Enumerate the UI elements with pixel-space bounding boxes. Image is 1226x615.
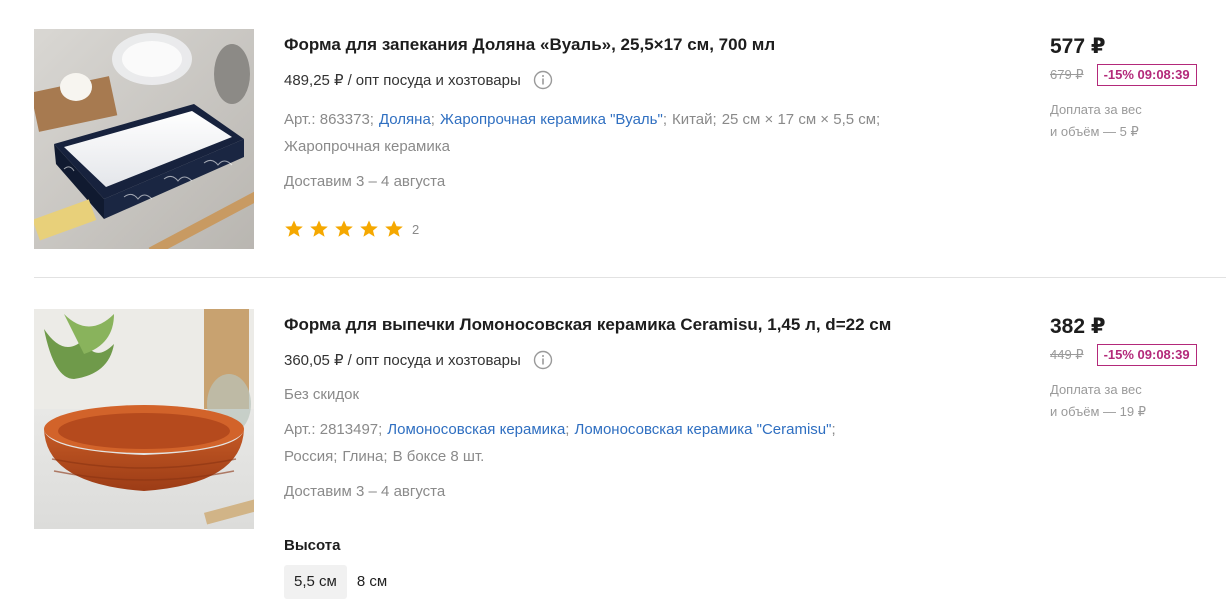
discount-badge: -15% 09:08:39 bbox=[1096, 344, 1197, 366]
surcharge-line: Доплата за вес bbox=[1050, 382, 1142, 397]
series-link[interactable]: Жаропрочная керамика "Вуаль" bbox=[440, 111, 663, 128]
height-options: 5,5 см 8 см bbox=[284, 565, 984, 599]
surcharge-line: и объём — 19 ₽ bbox=[1050, 404, 1146, 419]
delivery-date: Доставим 3 – 4 августа bbox=[284, 483, 446, 500]
material: Глина; bbox=[342, 448, 388, 465]
dimensions: 25 см × 17 см × 5,5 см; bbox=[721, 111, 881, 128]
current-price: 382 ₽ bbox=[1050, 315, 1106, 338]
separator: ; bbox=[662, 111, 667, 128]
reviews-count[interactable]: 2 bbox=[412, 222, 419, 237]
price-row: 449 ₽ -15% 09:08:39 bbox=[1050, 344, 1226, 366]
country: Китай; bbox=[671, 111, 717, 128]
product-card: Форма для запекания Доляна «Вуаль», 25,5… bbox=[34, 29, 1226, 278]
product-info: Форма для запекания Доляна «Вуаль», 25,5… bbox=[284, 29, 984, 240]
series-link[interactable]: Ломоносовская керамика "Ceramisu" bbox=[574, 421, 831, 438]
wholesale-price: 360,05 ₽ / опт посуда и хозтовары bbox=[284, 350, 984, 370]
price-box: 577 ₽ 679 ₽ -15% 09:08:39 Доплата за вес… bbox=[1050, 29, 1226, 143]
product-info: Форма для выпечки Ломоносовская керамика… bbox=[284, 309, 984, 599]
article-number: Арт.: 2813497; bbox=[284, 421, 383, 438]
option-button-selected[interactable]: 5,5 см bbox=[284, 565, 347, 599]
info-icon[interactable] bbox=[533, 350, 553, 370]
country: Россия; bbox=[284, 448, 338, 465]
product-attributes: Арт.: 863373; Доляна; Жаропрочная керамика… bbox=[284, 106, 984, 160]
product-image[interactable] bbox=[34, 29, 254, 249]
delivery-date: Доставим 3 – 4 августа bbox=[284, 173, 446, 190]
product-title[interactable]: Форма для выпечки Ломоносовская керамика… bbox=[284, 314, 984, 336]
info-icon[interactable] bbox=[533, 70, 553, 90]
material: Жаропрочная керамика bbox=[284, 138, 450, 155]
star-icon bbox=[285, 220, 303, 237]
option-label: Высота bbox=[284, 537, 341, 554]
price-row: 679 ₽ -15% 09:08:39 bbox=[1050, 64, 1226, 86]
surcharge-note: Доплата за вес и объём — 19 ₽ bbox=[1050, 379, 1226, 423]
discount-badge: -15% 09:08:39 bbox=[1096, 64, 1197, 86]
wholesale-price-value: 489,25 ₽ bbox=[284, 72, 344, 89]
star-icon bbox=[310, 220, 328, 237]
star-icon bbox=[335, 220, 353, 237]
separator: ; bbox=[565, 421, 570, 438]
surcharge-line: и объём — 5 ₽ bbox=[1050, 124, 1139, 139]
star-icon bbox=[385, 220, 403, 237]
current-price: 577 ₽ bbox=[1050, 35, 1106, 58]
wholesale-category: опт посуда и хозтовары bbox=[355, 351, 521, 369]
product-card: Форма для выпечки Ломоносовская керамика… bbox=[34, 309, 1226, 615]
round-baking-dish-photo-icon bbox=[34, 309, 254, 529]
article-number: Арт.: 863373; bbox=[284, 111, 374, 128]
separator: ; bbox=[430, 111, 435, 128]
star-icon bbox=[360, 220, 378, 237]
rating[interactable]: 2 bbox=[284, 218, 984, 240]
wholesale-price: 489,25 ₽ / опт посуда и хозтовары bbox=[284, 70, 984, 90]
brand-link[interactable]: Ломоносовская керамика bbox=[387, 421, 565, 438]
wholesale-category: опт посуда и хозтовары bbox=[355, 71, 521, 89]
product-title[interactable]: Форма для запекания Доляна «Вуаль», 25,5… bbox=[284, 34, 984, 56]
separator: ; bbox=[831, 421, 836, 438]
surcharge-line: Доплата за вес bbox=[1050, 102, 1142, 117]
option-button[interactable]: 8 см bbox=[347, 565, 397, 599]
old-price: 449 ₽ bbox=[1050, 347, 1084, 362]
wholesale-separator: / bbox=[347, 351, 352, 369]
wholesale-price-value: 360,05 ₽ bbox=[284, 352, 344, 369]
surcharge-note: Доплата за вес и объём — 5 ₽ bbox=[1050, 99, 1226, 143]
brand-link[interactable]: Доляна bbox=[379, 111, 431, 128]
no-discount-note: Без скидок bbox=[284, 386, 359, 403]
price-box: 382 ₽ 449 ₽ -15% 09:08:39 Доплата за вес… bbox=[1050, 309, 1226, 423]
baking-dish-photo-icon bbox=[34, 29, 254, 249]
pack-size: В боксе 8 шт. bbox=[392, 448, 485, 465]
old-price: 679 ₽ bbox=[1050, 67, 1084, 82]
product-image[interactable] bbox=[34, 309, 254, 529]
wholesale-separator: / bbox=[347, 71, 352, 89]
product-attributes: Арт.: 2813497; Ломоносовская керамика; Лом… bbox=[284, 416, 984, 470]
